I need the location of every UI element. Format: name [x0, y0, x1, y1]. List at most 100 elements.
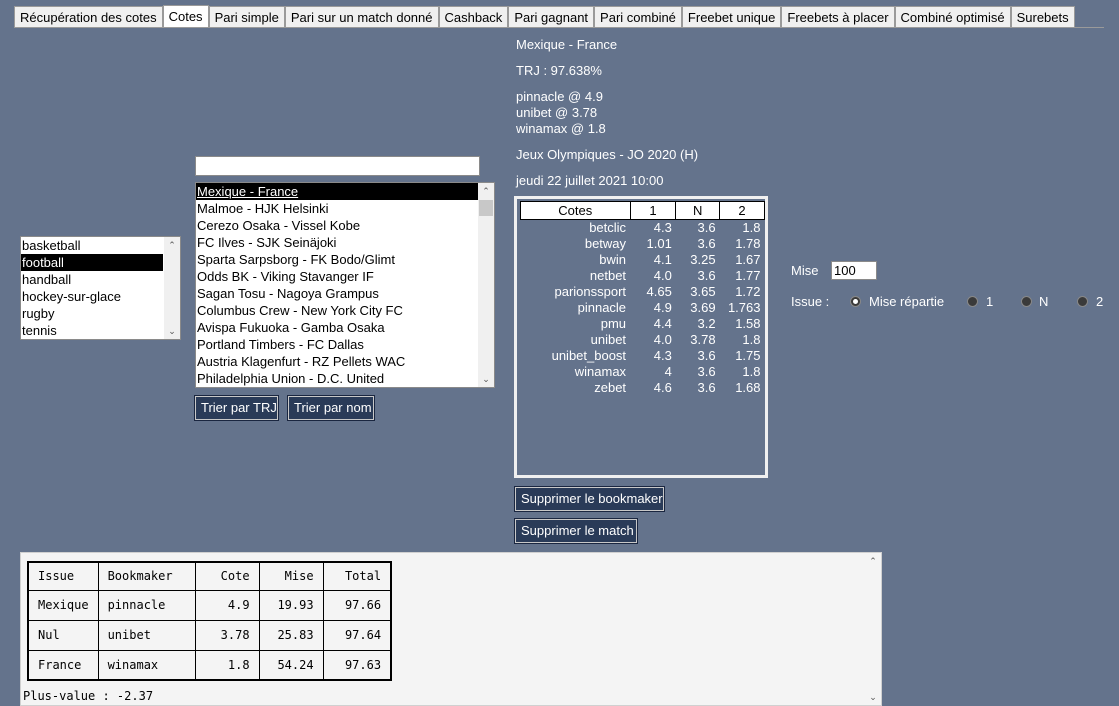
delete-match-button[interactable]: Supprimer le match — [514, 518, 638, 544]
best-odd-1: pinnacle @ 4.9 — [516, 89, 603, 104]
tab-recuperation-cotes[interactable]: Récupération des cotes — [14, 6, 163, 28]
best-odd-n: unibet @ 3.78 — [516, 105, 598, 120]
odd-n: 3.69 — [690, 300, 716, 315]
match-item-selected[interactable]: Mexique - France — [196, 183, 478, 200]
radio-issue-n-label[interactable]: N — [1039, 294, 1048, 309]
odd-2: 1.8 — [742, 332, 761, 347]
match-item[interactable]: Sagan Tosu - Nagoya Grampus — [196, 285, 494, 302]
scroll-up-icon[interactable]: ⌃ — [478, 183, 494, 199]
match-item[interactable]: Columbus Crew - New York City FC — [196, 302, 494, 319]
odds-row[interactable]: unibet 4.0 3.78 1.8 — [521, 332, 765, 348]
result-mise: 25.83 — [258, 619, 324, 651]
odd-1: 4 — [664, 364, 672, 379]
tab-cotes[interactable]: Cotes — [162, 5, 209, 28]
match-item[interactable]: FC Ilves - SJK Seinäjoki — [196, 234, 494, 251]
odds-row[interactable]: parionssport 4.65 3.65 1.72 — [521, 284, 765, 300]
radio-issue-1[interactable] — [967, 296, 978, 307]
result-row: Nul unibet 3.78 25.83 97.64 — [27, 619, 392, 651]
odd-1: 4.4 — [653, 316, 672, 331]
tab-cashback[interactable]: Cashback — [438, 6, 509, 28]
odds-row[interactable]: netbet 4.0 3.6 1.77 — [521, 268, 765, 284]
odds-header-cotes: Cotes — [520, 201, 631, 220]
scroll-thumb[interactable] — [479, 200, 493, 216]
matches-scrollbar[interactable]: ⌃ ⌄ — [478, 183, 494, 387]
odd-n: 3.25 — [690, 252, 716, 267]
result-header-mise: Mise — [258, 561, 324, 591]
radio-issue-2[interactable] — [1077, 296, 1088, 307]
bookmaker-name: unibet_boost — [551, 348, 627, 363]
match-item[interactable]: Austria Klagenfurt - RZ Pellets WAC — [196, 353, 494, 370]
odds-row[interactable]: pinnacle 4.9 3.69 1.763 — [521, 300, 765, 316]
bookmaker-name: betway — [584, 236, 627, 251]
stake-input[interactable]: 100 — [831, 261, 877, 280]
match-item[interactable]: Avispa Fukuoka - Gamba Osaka — [196, 319, 494, 336]
scroll-down-icon[interactable]: ⌄ — [478, 371, 494, 387]
odd-1: 4.65 — [646, 284, 672, 299]
odds-row[interactable]: pmu 4.4 3.2 1.58 — [521, 316, 765, 332]
odd-n: 3.6 — [697, 380, 716, 395]
odd-2: 1.8 — [742, 220, 761, 235]
match-item[interactable]: Malmoe - HJK Helsinki — [196, 200, 494, 217]
odds-row[interactable]: winamax 4 3.6 1.8 — [521, 364, 765, 380]
tab-pari-combine[interactable]: Pari combiné — [594, 6, 682, 28]
sport-item[interactable]: hockey-sur-glace — [21, 288, 180, 305]
odds-row[interactable]: betway 1.01 3.6 1.78 — [521, 236, 765, 252]
odds-row[interactable]: zebet 4.6 3.6 1.68 — [521, 380, 765, 396]
result-row: Mexique pinnacle 4.9 19.93 97.66 — [27, 589, 392, 621]
match-item[interactable]: Philadelphia Union - D.C. United — [196, 370, 494, 387]
sport-item[interactable]: rugby — [21, 305, 180, 322]
sport-item[interactable]: tennis — [21, 322, 180, 339]
result-mise: 54.24 — [258, 649, 324, 681]
match-item[interactable]: Sparta Sarpsborg - FK Bodo/Glimt — [196, 251, 494, 268]
odd-2: 1.58 — [735, 316, 761, 331]
sort-trj-button[interactable]: Trier par TRJ — [194, 395, 279, 421]
result-issue: Nul — [27, 619, 99, 651]
tab-surebets[interactable]: Surebets — [1010, 6, 1075, 28]
result-scrollbar[interactable]: ⌃ ⌄ — [865, 553, 881, 705]
scroll-down-icon[interactable]: ⌄ — [164, 323, 180, 339]
tab-combine-optimise[interactable]: Combiné optimisé — [894, 6, 1011, 28]
result-bookmaker: unibet — [97, 619, 196, 651]
sport-item-selected[interactable]: football — [21, 254, 163, 271]
scroll-down-icon[interactable]: ⌄ — [865, 689, 881, 705]
odds-row[interactable]: unibet_boost 4.3 3.6 1.75 — [521, 348, 765, 364]
scroll-up-icon[interactable]: ⌃ — [164, 237, 180, 253]
match-item[interactable]: Odds BK - Viking Stavanger IF — [196, 268, 494, 285]
tab-freebet-unique[interactable]: Freebet unique — [681, 6, 782, 28]
odd-1: 4.9 — [653, 300, 672, 315]
radio-issue-n[interactable] — [1021, 296, 1032, 307]
sports-list[interactable]: basketball football handball hockey-sur-… — [20, 236, 181, 340]
result-cote: 1.8 — [194, 649, 260, 681]
match-item[interactable]: Portland Timbers - FC Dallas — [196, 336, 494, 353]
bookmaker-name: zebet — [594, 380, 627, 395]
scroll-up-icon[interactable]: ⌃ — [865, 553, 881, 569]
matches-list[interactable]: Mexique - France Malmoe - HJK Helsinki C… — [195, 182, 495, 388]
odd-n: 3.6 — [697, 268, 716, 283]
odds-header-1: 1 — [629, 201, 677, 220]
match-title: Mexique - France — [516, 37, 618, 52]
odd-1: 4.3 — [653, 348, 672, 363]
sport-item[interactable]: handball — [21, 271, 180, 288]
delete-bookmaker-button[interactable]: Supprimer le bookmaker — [514, 486, 665, 512]
odds-row[interactable]: betclic 4.3 3.6 1.8 — [521, 220, 765, 237]
result-bookmaker: pinnacle — [97, 589, 196, 621]
tab-pari-gagnant[interactable]: Pari gagnant — [508, 6, 595, 28]
radio-issue-2-label[interactable]: 2 — [1096, 294, 1103, 309]
result-cote: 3.78 — [194, 619, 260, 651]
sport-item[interactable]: basketball — [21, 237, 180, 254]
result-panel: Issue Bookmaker Cote Mise Total Mexique … — [20, 552, 882, 706]
radio-mise-repartie[interactable] — [850, 296, 861, 307]
odds-header-2: 2 — [719, 201, 765, 220]
odd-n: 3.6 — [697, 348, 716, 363]
tab-pari-simple[interactable]: Pari simple — [208, 6, 285, 28]
radio-issue-1-label[interactable]: 1 — [986, 294, 993, 309]
radio-mise-repartie-label[interactable]: Mise répartie — [869, 294, 944, 309]
odds-row[interactable]: bwin 4.1 3.25 1.67 — [521, 252, 765, 268]
match-search-input[interactable] — [195, 156, 480, 176]
tab-pari-match-donne[interactable]: Pari sur un match donné — [284, 6, 439, 28]
sort-name-button[interactable]: Trier par nom — [287, 395, 375, 421]
sports-scrollbar[interactable]: ⌃ ⌄ — [164, 237, 180, 339]
match-item[interactable]: Cerezo Osaka - Vissel Kobe — [196, 217, 494, 234]
tab-freebets-a-placer[interactable]: Freebets à placer — [781, 6, 895, 28]
odd-1: 4.0 — [653, 268, 672, 283]
